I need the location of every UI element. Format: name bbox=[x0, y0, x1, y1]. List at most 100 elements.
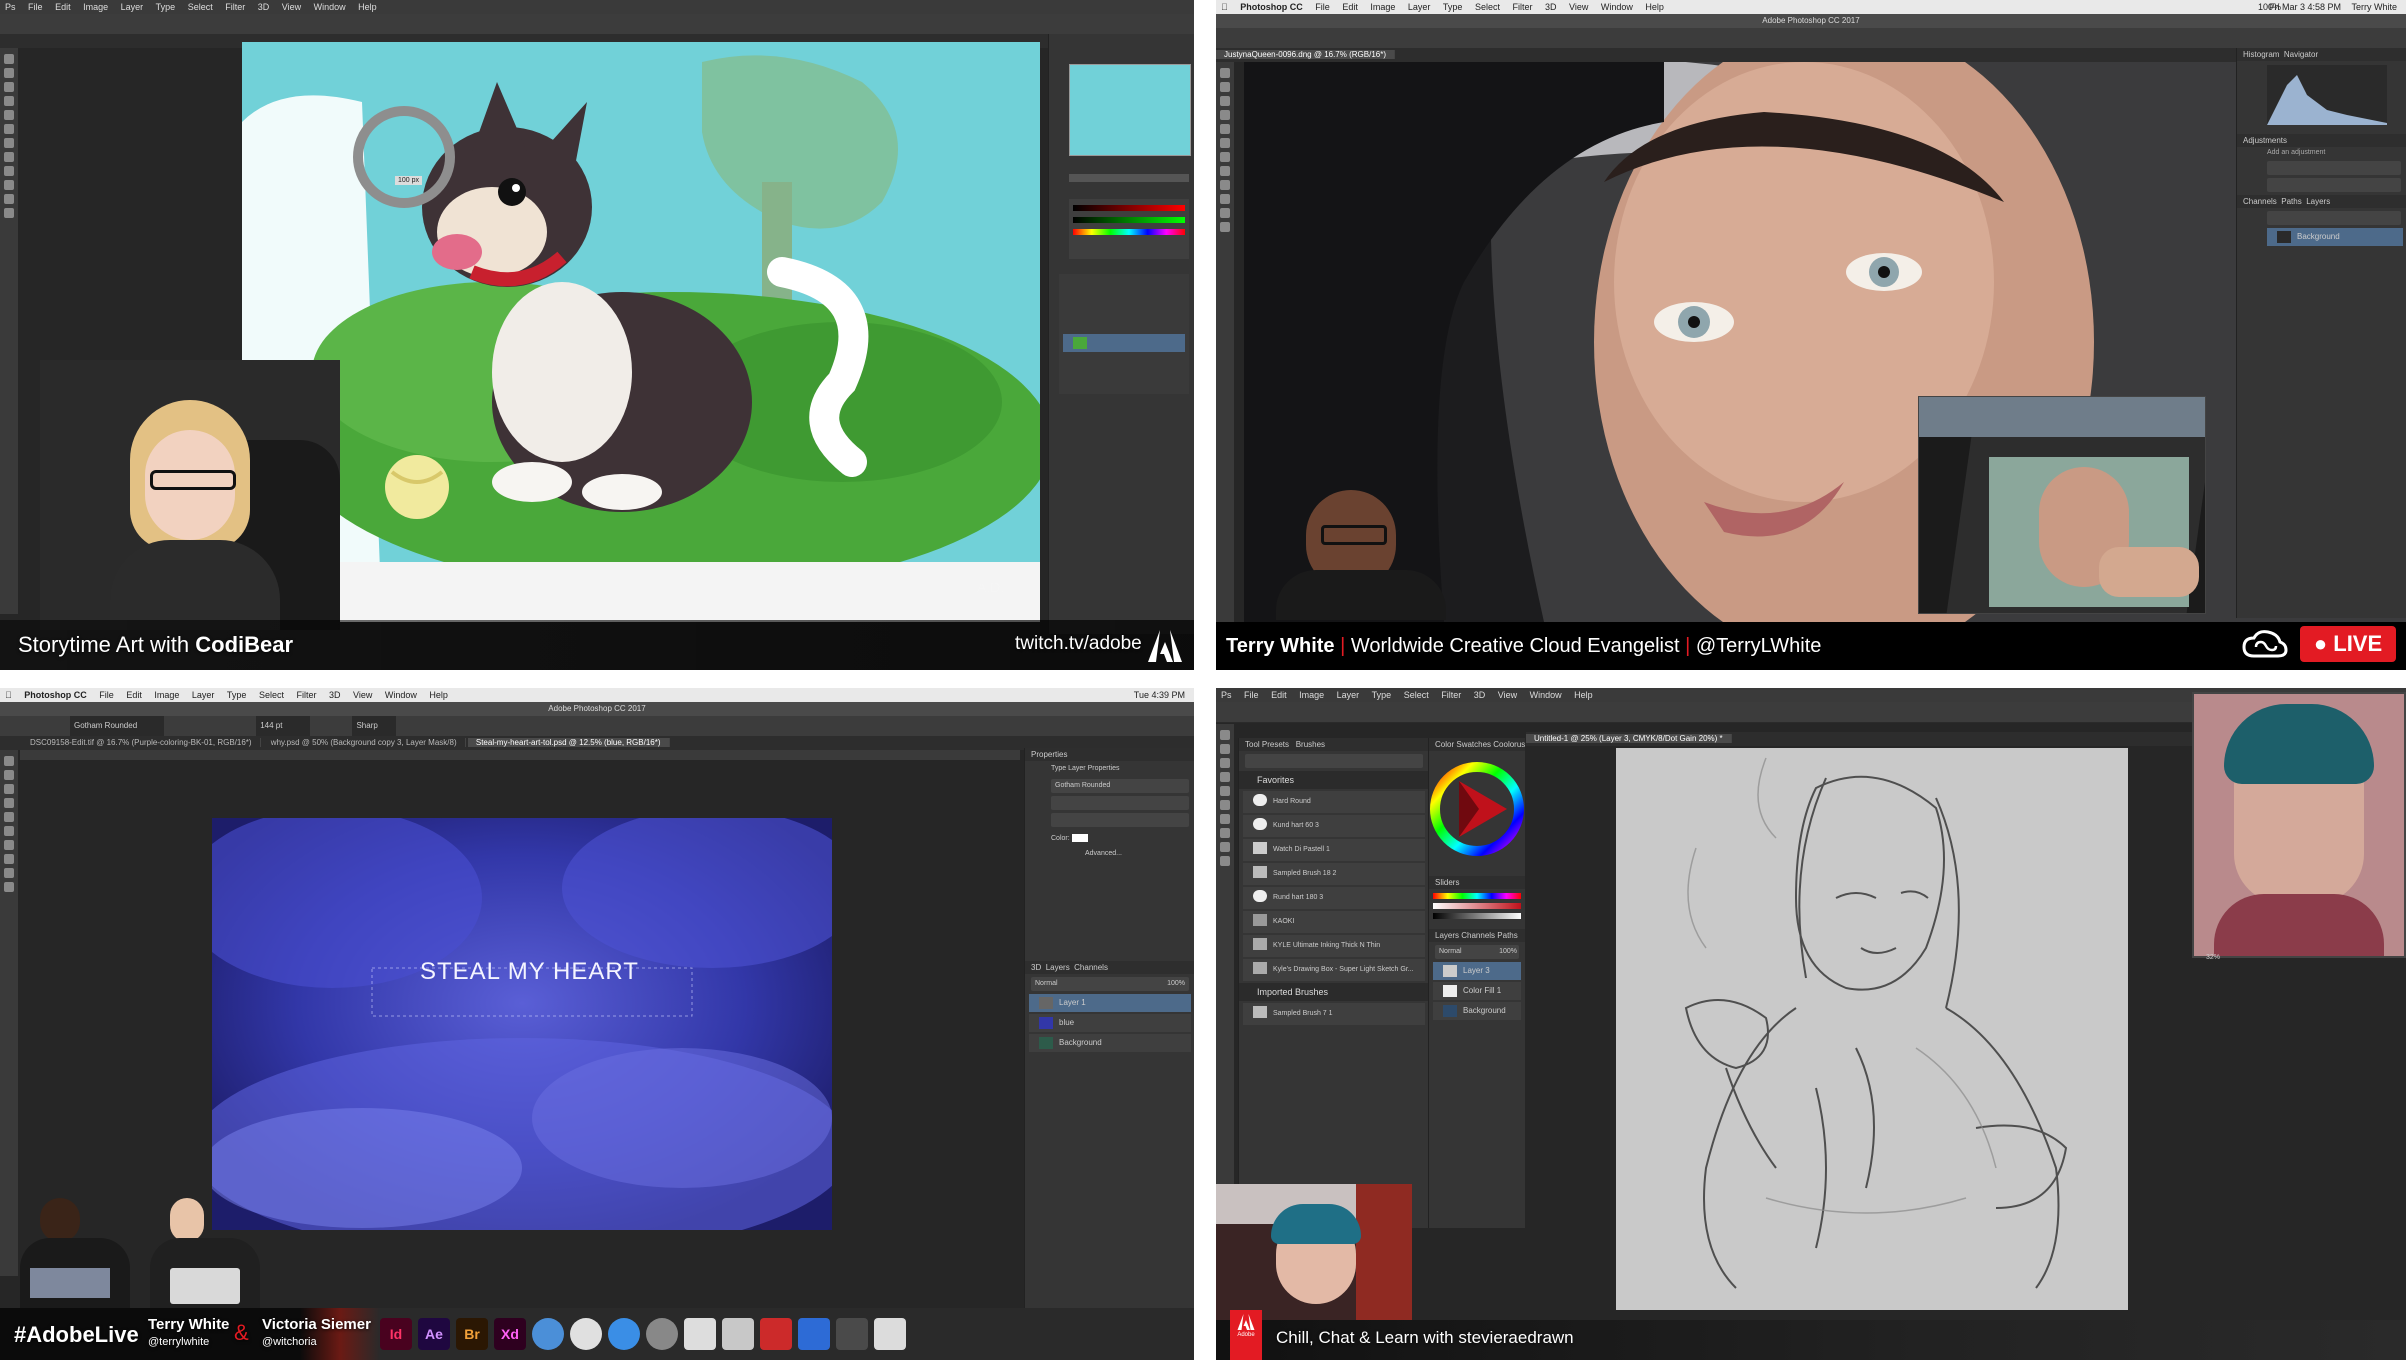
menu-item[interactable]: Select bbox=[1470, 2, 1505, 12]
menu-item[interactable]: Edit bbox=[50, 2, 76, 12]
tab-channels[interactable]: Channels bbox=[1074, 963, 1108, 972]
menu-item[interactable]: View bbox=[277, 2, 306, 12]
menu-item[interactable]: Image bbox=[78, 2, 113, 12]
crop-tool-icon[interactable] bbox=[1220, 772, 1230, 782]
menu-item[interactable]: Image bbox=[149, 690, 184, 700]
brush-tool-icon[interactable] bbox=[1220, 786, 1230, 796]
canvas-text-layer[interactable]: STEAL MY HEART bbox=[420, 958, 639, 986]
imported-brushes-group[interactable]: Imported Brushes bbox=[1239, 983, 1429, 1001]
pen-tool-icon[interactable] bbox=[4, 840, 14, 850]
lasso-tool-icon[interactable] bbox=[4, 784, 14, 794]
menu-item[interactable]: Filter bbox=[1507, 2, 1537, 12]
menu-item[interactable]: Filter bbox=[291, 690, 321, 700]
tab-navigator[interactable]: Navigator bbox=[2284, 50, 2318, 59]
app-icon[interactable] bbox=[798, 1318, 830, 1350]
menu-item[interactable]: Edit bbox=[1266, 690, 1292, 700]
apple-icon[interactable]:  bbox=[0, 690, 17, 700]
tab-color[interactable]: Color bbox=[1435, 740, 1454, 749]
zoom-slider[interactable] bbox=[1069, 174, 1189, 182]
adjustment-icons-row[interactable] bbox=[2267, 178, 2401, 192]
menu-item[interactable]: 3D bbox=[324, 690, 346, 700]
brush-tool-icon[interactable] bbox=[4, 812, 14, 822]
color-swatch[interactable] bbox=[1071, 834, 1088, 842]
menu-item[interactable]: 3D bbox=[253, 2, 275, 12]
tab-brushes[interactable]: Brushes bbox=[1296, 740, 1325, 749]
layer-row[interactable]: Layer 1 bbox=[1029, 994, 1191, 1012]
menu-item[interactable]: Help bbox=[1640, 2, 1669, 12]
tab-histogram[interactable]: Histogram bbox=[2243, 50, 2279, 59]
pen-tool-icon[interactable] bbox=[4, 166, 14, 176]
dog-artwork-canvas[interactable]: A.D. bbox=[242, 42, 1040, 622]
messages-icon[interactable] bbox=[532, 1318, 564, 1350]
type-tool-icon[interactable] bbox=[1220, 828, 1230, 838]
tab-layers[interactable]: Layers bbox=[2306, 197, 2330, 206]
eraser-tool-icon[interactable] bbox=[1220, 166, 1230, 176]
sketch-canvas[interactable] bbox=[1616, 748, 2128, 1310]
menu-item[interactable]: Edit bbox=[121, 690, 147, 700]
layer-row[interactable]: blue bbox=[1029, 1014, 1191, 1032]
menu-item[interactable]: View bbox=[1564, 2, 1593, 12]
crop-tool-icon[interactable] bbox=[1220, 110, 1230, 120]
antialias-select[interactable]: Sharp bbox=[352, 716, 397, 736]
doc-tab[interactable]: DSC09158-Edit.tif @ 16.7% (Purple-colori… bbox=[22, 738, 261, 747]
healing-tool-icon[interactable] bbox=[1220, 124, 1230, 134]
tab-paths[interactable]: Paths bbox=[2281, 197, 2301, 206]
type-tool-icon[interactable] bbox=[1220, 194, 1230, 204]
tab-paths[interactable]: Paths bbox=[1497, 931, 1517, 940]
marquee-tool-icon[interactable] bbox=[4, 770, 14, 780]
dock-app-icon[interactable]: Br bbox=[456, 1318, 488, 1350]
menu-item[interactable]: Layer bbox=[116, 2, 149, 12]
menu-user[interactable]: Terry White bbox=[2346, 0, 2402, 14]
notes-icon[interactable] bbox=[722, 1318, 754, 1350]
menu-item[interactable]: Help bbox=[1569, 690, 1598, 700]
brightness-slider[interactable] bbox=[1433, 913, 1521, 919]
menu-item[interactable]: Type bbox=[1367, 690, 1397, 700]
menu-item[interactable]: Help bbox=[353, 2, 382, 12]
marquee-tool-icon[interactable] bbox=[1220, 82, 1230, 92]
menu-item[interactable]: Window bbox=[380, 690, 422, 700]
clone-tool-icon[interactable] bbox=[1220, 152, 1230, 162]
lasso-tool-icon[interactable] bbox=[4, 82, 14, 92]
hand-tool-icon[interactable] bbox=[4, 868, 14, 878]
brush-item[interactable]: Kund hart 60 3 bbox=[1243, 815, 1425, 837]
tab-channels[interactable]: Channels bbox=[1461, 931, 1495, 940]
opacity-value[interactable]: 100% bbox=[1167, 977, 1189, 991]
hue-slider[interactable] bbox=[1433, 893, 1521, 899]
tab-coolorus[interactable]: Coolorus 2.5 bbox=[1493, 740, 1525, 749]
menu-item[interactable]: 3D bbox=[1469, 690, 1491, 700]
menu-item[interactable]: Filter bbox=[220, 2, 250, 12]
blue-forest-canvas[interactable] bbox=[212, 818, 832, 1230]
color-sliders[interactable] bbox=[1069, 199, 1189, 259]
opacity-value[interactable]: 100% bbox=[1499, 945, 1519, 959]
blend-mode-select[interactable]: Normal 100% bbox=[1435, 945, 1519, 959]
brush-item[interactable]: Kyle's Drawing Box - Super Light Sketch … bbox=[1243, 959, 1425, 981]
menu-item[interactable]: File bbox=[94, 690, 119, 700]
tab-tool-presets[interactable]: Tool Presets bbox=[1245, 740, 1289, 749]
menu-item[interactable]: Filter bbox=[1436, 690, 1466, 700]
layer-row[interactable]: Background bbox=[2267, 228, 2403, 246]
brush-item[interactable]: KYLE Ultimate Inking Thick N Thin bbox=[1243, 935, 1425, 957]
saturation-slider[interactable] bbox=[1433, 903, 1521, 909]
tab-swatches[interactable]: Swatches bbox=[1456, 740, 1491, 749]
menu-item[interactable]: Select bbox=[254, 690, 289, 700]
hand-tool-icon[interactable] bbox=[4, 194, 14, 204]
tab-layers[interactable]: Layers bbox=[1435, 931, 1459, 940]
layer-row[interactable]: Layer 3 bbox=[1433, 962, 1521, 980]
safari-icon[interactable] bbox=[608, 1318, 640, 1350]
color-wheel[interactable] bbox=[1429, 751, 1525, 871]
gradient-tool-icon[interactable] bbox=[4, 152, 14, 162]
font-family-select[interactable]: Gotham Rounded bbox=[70, 716, 164, 736]
properties-font-select[interactable]: Gotham Rounded bbox=[1051, 779, 1189, 793]
menu-item[interactable]: File bbox=[1239, 690, 1264, 700]
app-name[interactable]: Photoshop CC bbox=[19, 690, 92, 700]
move-tool-icon[interactable] bbox=[4, 54, 14, 64]
layer-row[interactable]: Background bbox=[1029, 1034, 1191, 1052]
eraser-tool-icon[interactable] bbox=[1220, 800, 1230, 810]
marquee-tool-icon[interactable] bbox=[1220, 744, 1230, 754]
menu-item[interactable]: Type bbox=[151, 2, 181, 12]
zoom-tool-icon[interactable] bbox=[1220, 222, 1230, 232]
layer-row[interactable] bbox=[1063, 334, 1185, 352]
blend-mode-select[interactable]: Normal 100% bbox=[1031, 977, 1189, 991]
app-icon[interactable] bbox=[760, 1318, 792, 1350]
menu-item[interactable]: Ps bbox=[0, 2, 21, 12]
